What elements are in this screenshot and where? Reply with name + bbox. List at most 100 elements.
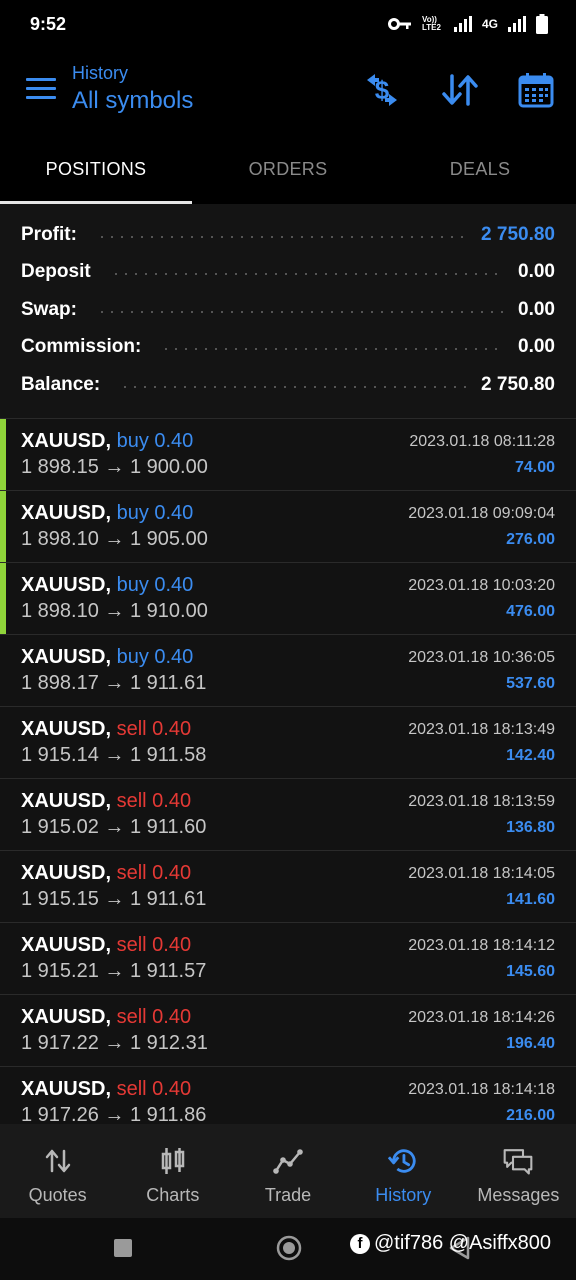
deal-profit: 276.00 xyxy=(506,531,555,548)
tab-orders[interactable]: ORDERS xyxy=(192,138,384,204)
status-icons: Vo)) LTE2 4G xyxy=(387,14,548,34)
recent-apps-button[interactable] xyxy=(113,1238,133,1263)
deal-prices: 1 915.15 → 1 911.61 xyxy=(21,888,207,910)
calendar-icon[interactable] xyxy=(516,70,556,110)
deal-time: 2023.01.18 18:13:49 xyxy=(408,721,555,738)
nav-label-trade: Trade xyxy=(264,1185,312,1205)
swap-value: 0.00 xyxy=(518,298,555,320)
nav-history[interactable]: History xyxy=(346,1124,461,1218)
deal-profit: 537.60 xyxy=(506,675,555,692)
nav-charts[interactable]: Charts xyxy=(115,1124,230,1218)
sort-icon[interactable] xyxy=(440,70,480,110)
bottom-nav: Quotes Charts Trade History Messages xyxy=(0,1124,576,1218)
summary-row-deposit: Deposit 0.00 xyxy=(0,254,576,292)
nav-trade[interactable]: Trade xyxy=(230,1124,345,1218)
deal-type: buy 0.40 xyxy=(116,646,194,668)
summary-row-profit: Profit: 2 750.80 xyxy=(0,216,576,254)
dotted-leader xyxy=(161,348,505,351)
summary-panel: Profit: 2 750.80 Deposit 0.00 Swap: 0.00… xyxy=(0,204,576,418)
deal-prices: 1 915.14 → 1 911.58 xyxy=(21,744,207,766)
deal-row[interactable]: XAUUSD, sell 0.40 1 915.14 → 1 911.58 20… xyxy=(0,706,576,778)
dotted-leader xyxy=(120,385,468,388)
deposit-value: 0.00 xyxy=(518,261,555,283)
deal-prices: 1 898.10 → 1 910.00 xyxy=(21,600,208,622)
home-button[interactable] xyxy=(275,1234,303,1267)
deposit-label: Deposit xyxy=(21,261,91,283)
commission-label: Commission: xyxy=(21,336,142,358)
deal-time: 2023.01.18 18:14:05 xyxy=(408,865,555,882)
deal-time: 2023.01.18 10:36:05 xyxy=(408,649,555,666)
deal-prices: 1 915.21 → 1 911.57 xyxy=(21,960,207,982)
battery-icon xyxy=(536,14,548,34)
header-titles[interactable]: History All symbols xyxy=(72,62,193,118)
signal-icon xyxy=(453,16,472,32)
deal-time: 2023.01.18 18:14:18 xyxy=(408,1081,555,1098)
deal-symbol: XAUUSD, xyxy=(21,862,112,884)
watermark-text: @tif786 @Asiffx800 xyxy=(374,1232,551,1254)
deal-prices: 1 915.02 → 1 911.60 xyxy=(21,816,207,838)
deal-row[interactable]: XAUUSD, buy 0.40 1 898.10 → 1 910.00 202… xyxy=(0,562,576,634)
nav-label-charts: Charts xyxy=(146,1185,200,1205)
deal-symbol: XAUUSD, xyxy=(21,718,112,740)
tab-deals[interactable]: DEALS xyxy=(384,138,576,204)
dotted-leader xyxy=(110,273,505,276)
deal-row[interactable]: XAUUSD, sell 0.40 1 915.02 → 1 911.60 20… xyxy=(0,778,576,850)
deal-prices: 1 898.10 → 1 905.00 xyxy=(21,528,208,550)
deal-type: sell 0.40 xyxy=(116,1078,192,1100)
header-subtitle: History xyxy=(72,63,129,83)
tab-bar: POSITIONS ORDERS DEALS xyxy=(0,138,576,204)
deal-row[interactable]: XAUUSD, buy 0.40 1 898.15 → 1 900.00 202… xyxy=(0,418,576,490)
deal-profit: 136.80 xyxy=(506,819,555,836)
nav-messages[interactable]: Messages xyxy=(461,1124,576,1218)
swap-label: Swap: xyxy=(21,298,77,320)
deal-row[interactable]: XAUUSD, buy 0.40 1 898.10 → 1 905.00 202… xyxy=(0,490,576,562)
deal-prices: 1 917.22 → 1 912.31 xyxy=(21,1032,208,1054)
position-accent xyxy=(0,491,6,562)
deal-profit: 476.00 xyxy=(506,603,555,620)
deal-row[interactable]: XAUUSD, sell 0.40 1 917.26 → 1 911.86 20… xyxy=(0,1066,576,1124)
summary-row-commission: Commission: 0.00 xyxy=(0,329,576,367)
deal-type: sell 0.40 xyxy=(116,718,192,740)
deal-prices: 1 917.26 → 1 911.86 xyxy=(21,1104,207,1124)
deal-type: sell 0.40 xyxy=(116,934,192,956)
deal-time: 2023.01.18 18:14:12 xyxy=(408,937,555,954)
deal-row[interactable]: XAUUSD, sell 0.40 1 915.15 → 1 911.61 20… xyxy=(0,850,576,922)
nav-label-quotes: Quotes xyxy=(28,1185,87,1205)
deal-profit: 196.40 xyxy=(506,1035,555,1052)
deal-symbol: XAUUSD, xyxy=(21,574,112,596)
deal-row[interactable]: XAUUSD, buy 0.40 1 898.17 → 1 911.61 202… xyxy=(0,634,576,706)
deal-symbol: XAUUSD, xyxy=(21,502,112,524)
facebook-icon: f xyxy=(350,1233,370,1254)
summary-row-balance: Balance: 2 750.80 xyxy=(0,366,576,404)
deal-prices: 1 898.15 → 1 900.00 xyxy=(21,456,208,478)
deal-profit: 74.00 xyxy=(514,459,555,476)
dotted-leader xyxy=(96,310,505,313)
deal-symbol: XAUUSD, xyxy=(21,646,112,668)
deal-symbol: XAUUSD, xyxy=(21,430,112,452)
signal-icon-2 xyxy=(508,16,526,32)
deal-row[interactable]: XAUUSD, sell 0.40 1 915.21 → 1 911.57 20… xyxy=(0,922,576,994)
deal-prices: 1 898.17 → 1 911.61 xyxy=(21,672,207,694)
commission-value: 0.00 xyxy=(518,336,555,358)
deal-symbol: XAUUSD, xyxy=(21,934,112,956)
lte-label: Vo)) LTE2 xyxy=(421,15,441,32)
summary-row-swap: Swap: 0.00 xyxy=(0,291,576,329)
tab-positions[interactable]: POSITIONS xyxy=(0,138,192,204)
deal-type: sell 0.40 xyxy=(116,1006,192,1028)
quotes-icon xyxy=(43,1146,73,1176)
menu-icon[interactable] xyxy=(26,78,56,104)
deal-row[interactable]: XAUUSD, sell 0.40 1 917.22 → 1 912.31 20… xyxy=(0,994,576,1066)
deal-type: buy 0.40 xyxy=(116,502,194,524)
nav-label-messages: Messages xyxy=(477,1185,560,1205)
currency-exchange-icon[interactable]: $ xyxy=(362,70,402,110)
nav-quotes[interactable]: Quotes xyxy=(0,1124,115,1218)
deal-symbol: XAUUSD, xyxy=(21,1078,112,1100)
balance-label: Balance: xyxy=(21,373,101,395)
deal-symbol: XAUUSD, xyxy=(21,790,112,812)
deal-type: buy 0.40 xyxy=(116,574,194,596)
nav-label-history: History xyxy=(375,1185,432,1205)
deal-profit: 145.60 xyxy=(506,963,555,980)
profit-value: 2 750.80 xyxy=(481,223,555,245)
position-accent xyxy=(0,419,6,490)
deal-time: 2023.01.18 09:09:04 xyxy=(408,505,555,522)
